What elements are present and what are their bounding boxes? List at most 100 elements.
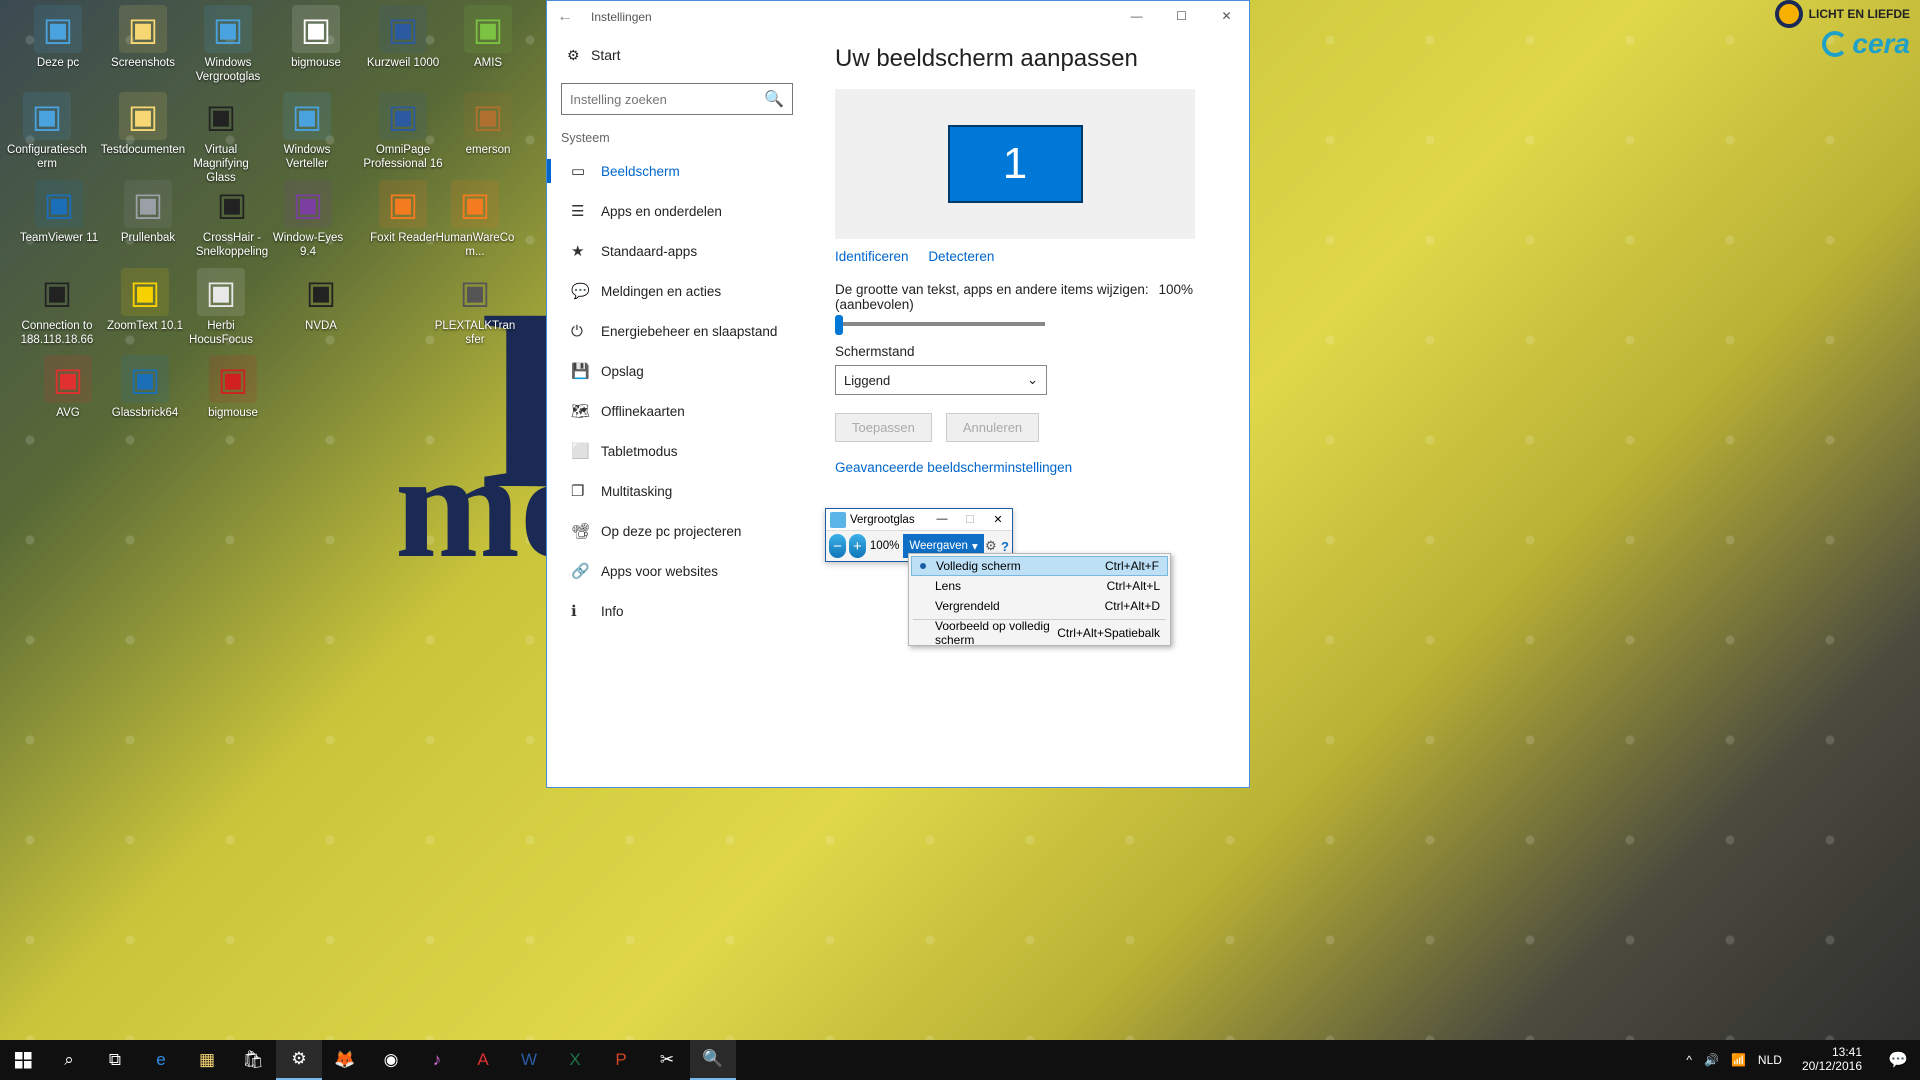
taskbar-powerpoint[interactable]: P bbox=[598, 1040, 644, 1080]
sidebar-item[interactable]: 🗺Offlinekaarten bbox=[547, 391, 807, 431]
desktop-icon[interactable]: ▣Glassbrick64 bbox=[102, 355, 188, 421]
desktop-icon[interactable]: ▣Connection to 188.118.18.66 bbox=[14, 268, 100, 348]
menu-item[interactable]: Volledig schermCtrl+Alt+F bbox=[911, 556, 1168, 576]
desktop-icon[interactable]: ▣Windows Vergrootglas bbox=[185, 5, 271, 85]
search-icon: 🔍 bbox=[764, 89, 784, 109]
back-icon[interactable]: ← bbox=[557, 8, 581, 26]
magnifier-close[interactable]: ✕ bbox=[984, 509, 1012, 529]
views-menu: Volledig schermCtrl+Alt+FLensCtrl+Alt+LV… bbox=[908, 553, 1171, 646]
desktop-icon[interactable]: ▣Configuratiescherm bbox=[4, 92, 90, 172]
magnifier-settings-icon[interactable]: ⚙ bbox=[984, 538, 998, 554]
desktop-icon[interactable]: ▣PLEXTALKTransfer bbox=[432, 268, 518, 348]
desktop-icon[interactable]: ▣emerson bbox=[445, 92, 531, 158]
desktop-icon[interactable]: ▣Window-Eyes 9.4 bbox=[265, 180, 351, 260]
magnifier-maximize[interactable]: ☐ bbox=[956, 509, 984, 529]
magnifier-minimize[interactable]: — bbox=[928, 509, 956, 529]
minimize-button[interactable]: — bbox=[1114, 1, 1159, 31]
desktop-icon[interactable]: ▣AMIS bbox=[445, 5, 531, 71]
monitor-1[interactable]: 1 bbox=[948, 125, 1083, 203]
desktop-icon-label: Kurzweil 1000 bbox=[360, 57, 446, 71]
sidebar-item[interactable]: ℹInfo bbox=[547, 591, 807, 631]
menu-item-shortcut: Ctrl+Alt+L bbox=[1107, 579, 1160, 593]
sidebar-item[interactable]: ❐Multitasking bbox=[547, 471, 807, 511]
sidebar-item-icon: ℹ bbox=[571, 602, 601, 620]
desktop-icon[interactable]: ▣Deze pc bbox=[15, 5, 101, 71]
desktop-icon[interactable]: ▣bigmouse bbox=[273, 5, 359, 71]
tray-clock[interactable]: 13:41 20/12/2016 bbox=[1794, 1046, 1870, 1074]
taskbar-chrome[interactable]: ◉ bbox=[368, 1040, 414, 1080]
desktop-icon[interactable]: ▣CrossHair - Snelkoppeling bbox=[189, 180, 275, 260]
desktop-icon[interactable]: ▣bigmouse bbox=[190, 355, 276, 421]
sidebar-home[interactable]: ⚙ Start bbox=[547, 33, 807, 77]
sidebar-item[interactable]: 🔗Apps voor websites bbox=[547, 551, 807, 591]
desktop-icon[interactable]: ▣Prullenbak bbox=[105, 180, 191, 246]
menu-item[interactable]: LensCtrl+Alt+L bbox=[911, 576, 1168, 596]
sidebar-item[interactable]: 💬Meldingen en acties bbox=[547, 271, 807, 311]
sidebar-item[interactable]: ⏻Energiebeheer en slaapstand bbox=[547, 311, 807, 351]
tray-chevron-icon[interactable]: ^ bbox=[1686, 1053, 1692, 1067]
menu-item-preview[interactable]: Voorbeeld op volledig schermCtrl+Alt+Spa… bbox=[911, 623, 1168, 643]
apply-button[interactable]: Toepassen bbox=[835, 413, 932, 442]
sidebar-item-label: Energiebeheer en slaapstand bbox=[601, 324, 777, 339]
maximize-button[interactable]: ☐ bbox=[1159, 1, 1204, 31]
desktop-icon[interactable]: ▣ZoomText 10.1 bbox=[102, 268, 188, 334]
tray-language[interactable]: NLD bbox=[1758, 1053, 1782, 1067]
taskbar-itunes[interactable]: ♪ bbox=[414, 1040, 460, 1080]
desktop-icon[interactable]: ▣NVDA bbox=[278, 268, 364, 334]
taskbar-firefox[interactable]: 🦊 bbox=[322, 1040, 368, 1080]
detect-link[interactable]: Detecteren bbox=[928, 249, 994, 264]
desktop-icon[interactable]: ▣HumanWareCom... bbox=[432, 180, 518, 260]
desktop-icon[interactable]: ▣Virtual Magnifying Glass bbox=[178, 92, 264, 185]
scale-slider[interactable] bbox=[835, 322, 1045, 326]
taskbar-store[interactable]: 🛍 bbox=[230, 1040, 276, 1080]
cancel-button[interactable]: Annuleren bbox=[946, 413, 1039, 442]
desktop-icon[interactable]: ▣Herbi HocusFocus bbox=[178, 268, 264, 348]
tray-wifi-icon[interactable]: 📶 bbox=[1731, 1053, 1746, 1067]
search-input[interactable] bbox=[570, 92, 764, 107]
close-button[interactable]: ✕ bbox=[1204, 1, 1249, 31]
taskbar-adobe[interactable]: A bbox=[460, 1040, 506, 1080]
zoom-out-button[interactable]: − bbox=[829, 534, 846, 558]
search-button[interactable]: ⌕ bbox=[46, 1040, 92, 1080]
desktop-icon[interactable]: ▣Kurzweil 1000 bbox=[360, 5, 446, 71]
menu-item[interactable]: VergrendeldCtrl+Alt+D bbox=[911, 596, 1168, 616]
advanced-display-link[interactable]: Geavanceerde beeldscherminstellingen bbox=[835, 460, 1221, 475]
taskbar-edge[interactable]: e bbox=[138, 1040, 184, 1080]
start-button[interactable] bbox=[0, 1040, 46, 1080]
taskbar-magnifier[interactable]: 🔍 bbox=[690, 1040, 736, 1080]
identify-link[interactable]: Identificeren bbox=[835, 249, 909, 264]
desktop-icon[interactable]: ▣Testdocumenten bbox=[100, 92, 186, 158]
tray-notifications-icon[interactable]: 💬 bbox=[1882, 1050, 1914, 1070]
app-icon: ▣ bbox=[124, 180, 172, 228]
magnifier-help-icon[interactable]: ? bbox=[998, 539, 1012, 554]
sidebar-item[interactable]: ⬜Tabletmodus bbox=[547, 431, 807, 471]
taskview-button[interactable]: ⧉ bbox=[92, 1040, 138, 1080]
taskbar-settings[interactable]: ⚙ bbox=[276, 1040, 322, 1080]
settings-titlebar[interactable]: ← Instellingen — ☐ ✕ bbox=[547, 1, 1249, 33]
sidebar-item-icon: 📽 bbox=[571, 522, 601, 540]
sidebar-item[interactable]: ☰Apps en onderdelen bbox=[547, 191, 807, 231]
taskbar-explorer[interactable]: ▦ bbox=[184, 1040, 230, 1080]
sidebar-item[interactable]: 📽Op deze pc projecteren bbox=[547, 511, 807, 551]
settings-search[interactable]: 🔍 bbox=[561, 83, 793, 115]
app-icon: ▣ bbox=[23, 92, 71, 140]
taskbar-excel[interactable]: X bbox=[552, 1040, 598, 1080]
sidebar-item[interactable]: 💾Opslag bbox=[547, 351, 807, 391]
desktop-icon[interactable]: ▣Windows Verteller bbox=[264, 92, 350, 172]
taskbar-snip[interactable]: ✂ bbox=[644, 1040, 690, 1080]
taskbar-word[interactable]: W bbox=[506, 1040, 552, 1080]
desktop-icon[interactable]: ▣OmniPage Professional 16 bbox=[360, 92, 446, 172]
tray-volume-icon[interactable]: 🔊 bbox=[1704, 1053, 1719, 1067]
zoom-in-button[interactable]: + bbox=[849, 534, 866, 558]
sidebar-item[interactable]: ★Standaard-apps bbox=[547, 231, 807, 271]
desktop-icon[interactable]: ▣Screenshots bbox=[100, 5, 186, 71]
desktop-icon[interactable]: ▣TeamViewer 11 bbox=[16, 180, 102, 246]
orientation-select[interactable]: Liggend ⌄ bbox=[835, 365, 1047, 395]
magnifier-titlebar[interactable]: Vergrootglas — ☐ ✕ bbox=[826, 509, 1012, 531]
app-icon: ▣ bbox=[119, 5, 167, 53]
desktop-icon[interactable]: ▣AVG bbox=[25, 355, 111, 421]
sidebar-item-icon: ⏻ bbox=[571, 323, 601, 340]
sidebar-item[interactable]: ▭Beeldscherm bbox=[547, 151, 807, 191]
sidebar-item-label: Opslag bbox=[601, 364, 644, 379]
display-preview[interactable]: 1 bbox=[835, 89, 1195, 239]
